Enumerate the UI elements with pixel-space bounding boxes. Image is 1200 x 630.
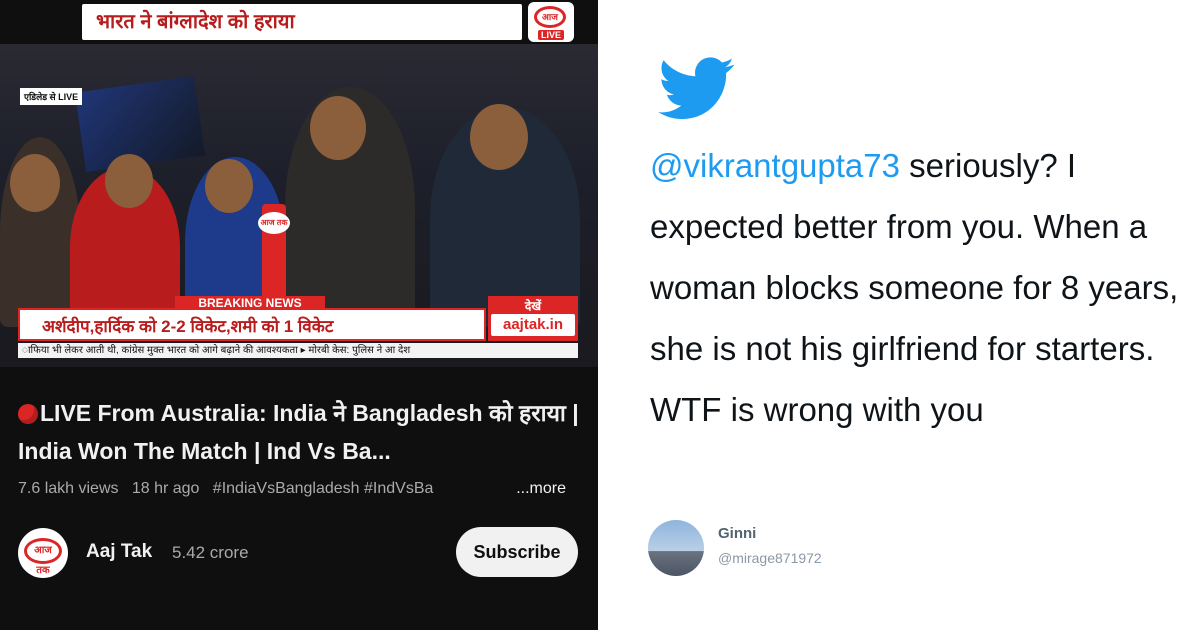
video-headline: भारत ने बांग्लादेश को हराया (82, 4, 522, 40)
crowd-head (105, 154, 153, 208)
tweet-body: seriously? I expected better from you. W… (650, 147, 1179, 428)
live-badge: LIVE (538, 30, 565, 40)
view-count: 7.6 lakh views (18, 480, 119, 497)
aajtak-logo-text: आज तक (534, 6, 566, 38)
divider (600, 0, 601, 630)
tweet-text: @vikrantgupta73 seriously? I expected be… (650, 135, 1180, 440)
hashtags[interactable]: #IndiaVsBangladesh #IndVsBa (213, 480, 434, 497)
channel-avatar[interactable]: आज तक (18, 528, 68, 578)
crowd-head (470, 104, 528, 170)
news-ticker: ाफिया भी लेकर आती थी, कांग्रेस मुक्त भार… (18, 343, 578, 358)
channel-logo-text: आज तक (24, 538, 62, 576)
author-name[interactable]: Ginni (718, 525, 756, 542)
mic-logo: आज तक (258, 212, 290, 234)
headline-bar: भारत ने बांग्लादेश को हराया आज तक LIVE (0, 0, 598, 44)
twitter-bird-icon (658, 57, 735, 120)
author-handle[interactable]: @mirage871972 (718, 550, 822, 566)
aajtak-logo: आज तक LIVE (528, 2, 574, 42)
tweet-mention[interactable]: @vikrantgupta73 (650, 147, 900, 184)
video-title[interactable]: LIVE From Australia: India ने Bangladesh… (18, 394, 583, 470)
breaking-news-text: अर्शदीप,हार्दिक को 2-2 विकेट,शमी को 1 वि… (18, 308, 486, 341)
crowd-head (205, 159, 253, 213)
aajtak-site-badge: देखें aajtak.in (488, 296, 578, 341)
live-dot-icon (18, 404, 38, 424)
crowd-head (310, 96, 366, 160)
aajtak-site: aajtak.in (491, 314, 575, 336)
crowd-head (10, 154, 60, 212)
dekhen-label: देखें (524, 299, 542, 313)
upload-age: 18 hr ago (131, 480, 200, 497)
subscribe-button[interactable]: Subscribe (456, 527, 578, 577)
youtube-screenshot: आज तक BREAKING NEWS अर्शदीप,हार्दिक को 2… (0, 0, 598, 630)
video-title-text: LIVE From Australia: India ने Bangladesh… (18, 400, 579, 464)
video-meta: 7.6 lakh views 18 hr ago #IndiaVsBanglad… (18, 480, 578, 498)
channel-name[interactable]: Aaj Tak (86, 541, 152, 563)
subscriber-count: 5.42 crore (172, 543, 249, 562)
author-avatar[interactable] (648, 520, 704, 576)
video-player[interactable]: आज तक BREAKING NEWS अर्शदीप,हार्दिक को 2… (0, 44, 598, 367)
location-label: एडिलेड से LIVE (20, 88, 83, 105)
more-link[interactable]: ...more (506, 480, 566, 498)
